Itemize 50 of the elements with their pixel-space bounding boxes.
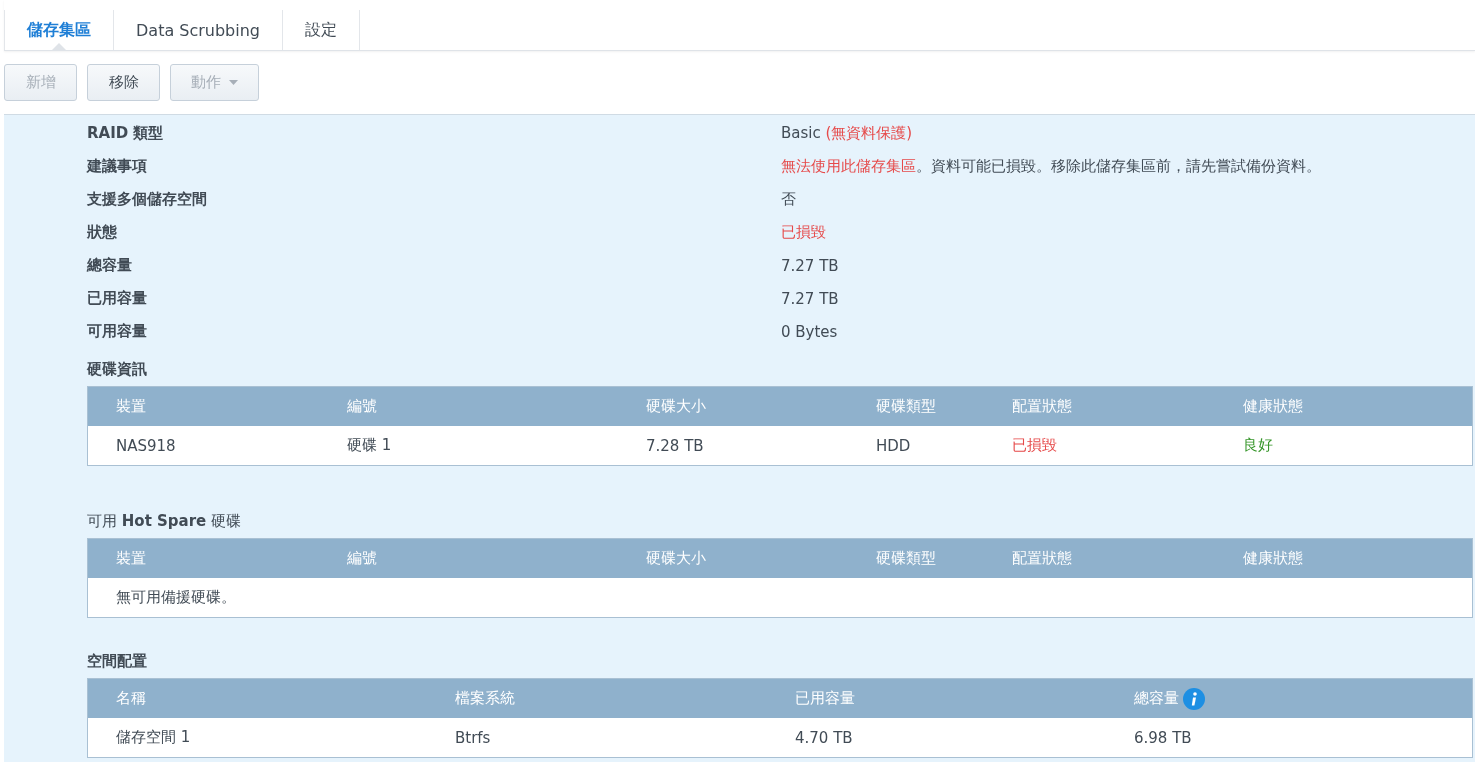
column-header[interactable]: 裝置 <box>116 397 347 416</box>
column-header[interactable]: 名稱 <box>116 689 455 708</box>
column-header[interactable]: 已用容量 <box>795 689 1134 708</box>
info-label: 已用容量 <box>87 289 148 308</box>
section-title: 硬碟資訊 <box>87 360 148 379</box>
section-title: 空間配置 <box>87 652 148 671</box>
table-cell-text: 7.28 TB <box>646 436 705 455</box>
column-header[interactable]: 健康狀態 <box>1243 397 1472 416</box>
column-header[interactable]: 檔案系統 <box>455 689 795 708</box>
column-header[interactable]: 配置狀態 <box>1012 397 1243 416</box>
caret-icon <box>229 80 238 85</box>
info-label: 可用容量 <box>87 322 148 341</box>
table-cell-text: 6.98 TB <box>1134 728 1193 747</box>
info-value: 否 <box>781 190 797 209</box>
column-header[interactable]: 健康狀態 <box>1243 549 1472 568</box>
info-value: 0 Bytes <box>781 322 839 341</box>
info-value: 已損毀 <box>781 223 827 242</box>
toolbar-button[interactable]: 移除 <box>87 64 160 101</box>
column-header[interactable]: 硬碟大小 <box>646 549 876 568</box>
empty-message: 無可用備援硬碟。 <box>116 588 237 607</box>
table-cell-text: 良好 <box>1243 436 1274 455</box>
column-header[interactable]: 編號 <box>347 397 646 416</box>
column-header[interactable]: 總容量 <box>1134 689 1179 708</box>
info-value: 無法使用此儲存集區。資料可能已損毀。移除此儲存集區前，請先嘗試備份資料。 <box>781 157 1322 176</box>
table-cell-text: 硬碟 1 <box>347 436 393 455</box>
info-icon[interactable] <box>1183 687 1205 710</box>
info-value: 7.27 TB <box>781 289 840 308</box>
table-cell-text: HDD <box>876 436 912 455</box>
section-title: 可用 Hot Spare 硬碟 <box>87 512 243 531</box>
table-cell-text: 已損毀 <box>1012 436 1058 455</box>
table-cell-text: Btrfs <box>455 728 492 747</box>
column-header[interactable]: 配置狀態 <box>1012 549 1243 568</box>
tab[interactable]: Data Scrubbing <box>114 10 283 50</box>
table-cell-text: 4.70 TB <box>795 728 854 747</box>
info-value: 7.27 TB <box>781 256 840 275</box>
tab[interactable]: 設定 <box>283 10 360 50</box>
column-header[interactable]: 硬碟類型 <box>876 549 1012 568</box>
info-label: 總容量 <box>87 256 133 275</box>
info-label: RAID 類型 <box>87 124 165 143</box>
column-header[interactable]: 裝置 <box>116 549 347 568</box>
info-label: 狀態 <box>87 223 118 242</box>
info-value: Basic (無資料保護) <box>781 124 914 143</box>
column-header[interactable]: 硬碟類型 <box>876 397 1012 416</box>
table-cell-text: NAS918 <box>116 436 177 455</box>
column-header[interactable]: 硬碟大小 <box>646 397 876 416</box>
tab[interactable]: 儲存集區 <box>4 10 114 50</box>
table-cell-text: 儲存空間 1 <box>116 728 192 747</box>
column-header[interactable]: 編號 <box>347 549 646 568</box>
info-label: 建議事項 <box>87 157 148 176</box>
info-label: 支援多個儲存空間 <box>87 190 208 209</box>
